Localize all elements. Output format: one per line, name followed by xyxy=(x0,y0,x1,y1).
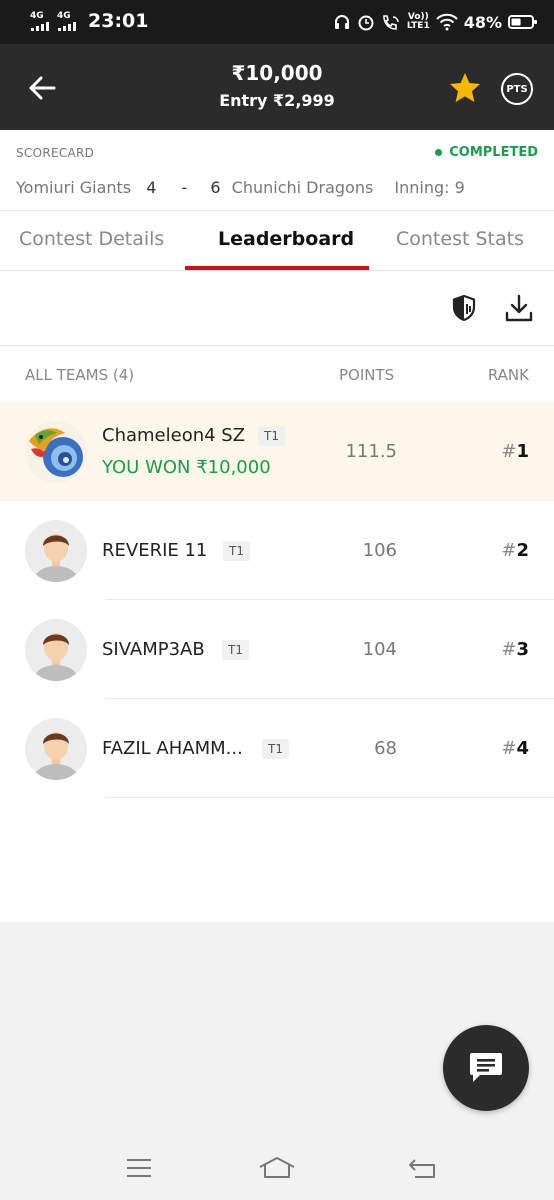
team-badge: T1 xyxy=(258,426,285,446)
team-name: REVERIE 11 xyxy=(102,540,208,561)
wifi-call-icon xyxy=(383,15,399,30)
download-icon xyxy=(505,294,533,322)
shield-icon xyxy=(452,294,476,322)
team2-name: Chunichi Dragons xyxy=(231,178,374,197)
leaderboard-list: Chameleon4 SZ T1 YOU WON ₹10,000 111.5 #… xyxy=(0,402,554,922)
inning: Inning: 9 xyxy=(394,178,465,197)
table-row[interactable]: REVERIE 11 T1 106 #2 xyxy=(0,501,554,600)
battery-icon xyxy=(508,15,537,29)
team1-name: Yomiuri Giants xyxy=(16,178,132,197)
back-icon xyxy=(409,1159,435,1178)
rank-hash: # xyxy=(501,540,517,561)
home-icon xyxy=(259,1157,295,1178)
status-text: COMPLETED xyxy=(449,145,538,160)
nav-back-button[interactable] xyxy=(402,1153,442,1183)
team-name: Chameleon4 SZ xyxy=(102,425,246,446)
winnings-text: YOU WON ₹10,000 xyxy=(102,457,271,478)
rank-number: 3 xyxy=(516,639,529,660)
tab-contest-stats[interactable]: Contest Stats xyxy=(396,228,524,250)
avatar xyxy=(25,619,87,681)
all-teams-label: ALL TEAMS (4) xyxy=(25,366,135,384)
rank-number: 4 xyxy=(516,738,529,759)
avatar xyxy=(25,421,87,483)
chat-icon xyxy=(470,1053,502,1082)
team-rank: #4 xyxy=(501,738,529,759)
system-nav-bar xyxy=(0,1135,554,1200)
chat-button[interactable] xyxy=(443,1025,529,1111)
team-name: SIVAMP3AB xyxy=(102,639,205,660)
rank-number: 1 xyxy=(516,441,529,462)
table-row[interactable]: Chameleon4 SZ T1 YOU WON ₹10,000 111.5 #… xyxy=(0,402,554,501)
active-tab-indicator xyxy=(185,266,369,270)
team-badge: T1 xyxy=(222,640,249,660)
alarm-icon xyxy=(358,15,374,31)
rank-hash: # xyxy=(501,639,517,660)
team-name: FAZIL AHAMM... xyxy=(102,738,243,759)
score-separator: - xyxy=(181,178,188,197)
volte-bottom: LTE1 xyxy=(406,21,430,31)
team-badge: T1 xyxy=(262,739,289,759)
tab-contest-details[interactable]: Contest Details xyxy=(19,228,164,250)
leaderboard-toolbar xyxy=(0,271,554,346)
favorite-button[interactable] xyxy=(447,70,483,106)
team-rank: #3 xyxy=(501,639,529,660)
points-system-button[interactable]: PTS xyxy=(501,73,533,105)
contest-tabs: Contest Details Leaderboard Contest Stat… xyxy=(0,210,554,271)
rank-hash: # xyxy=(501,738,517,759)
table-row[interactable]: FAZIL AHAMM... T1 68 #4 xyxy=(0,699,554,798)
list-header: ALL TEAMS (4) POINTS RANK xyxy=(0,346,554,402)
team-rank: #1 xyxy=(501,441,529,462)
team-badge: T1 xyxy=(223,541,250,561)
scorecard: SCORECARD COMPLETED Yomiuri Giants 4 - 6… xyxy=(0,130,554,210)
table-row[interactable]: SIVAMP3AB T1 104 #3 xyxy=(0,600,554,699)
score-line: Yomiuri Giants 4 - 6 Chunichi Dragons In… xyxy=(16,178,465,197)
compare-button[interactable] xyxy=(447,291,481,325)
row-divider xyxy=(105,797,554,798)
team-points: 68 xyxy=(374,738,397,759)
battery-percent: 48% xyxy=(463,12,502,32)
scorecard-label: SCORECARD xyxy=(16,146,95,160)
avatar xyxy=(25,718,87,780)
signal-icon xyxy=(58,22,76,31)
team2-score: 6 xyxy=(210,178,221,197)
signal-icon xyxy=(31,22,49,31)
rank-hash: # xyxy=(501,441,517,462)
star-icon xyxy=(450,73,480,102)
volte-indicator: Vo)) LTE1 xyxy=(407,13,430,31)
wifi-icon xyxy=(435,13,458,31)
team-points: 111.5 xyxy=(345,441,397,462)
contest-header: ₹10,000 Entry ₹2,999 PTS xyxy=(0,44,554,130)
team-points: 104 xyxy=(362,639,397,660)
match-status: COMPLETED xyxy=(435,145,538,160)
status-dot-icon xyxy=(435,149,443,156)
status-bar: 4G 4G 23:01 Vo)) LTE1 48% xyxy=(0,0,554,44)
points-header: POINTS xyxy=(339,366,395,384)
team-rank: #2 xyxy=(501,540,529,561)
rank-number: 2 xyxy=(516,540,529,561)
network-label-1: 4G xyxy=(30,11,44,21)
status-icons: Vo)) LTE1 48% xyxy=(333,8,538,36)
rank-header: RANK xyxy=(487,366,529,384)
clock: 23:01 xyxy=(88,10,149,32)
nav-home-button[interactable] xyxy=(257,1153,297,1183)
download-button[interactable] xyxy=(502,291,536,325)
team-points: 106 xyxy=(362,540,397,561)
headphones-icon xyxy=(334,15,349,29)
network-label-2: 4G xyxy=(57,11,71,21)
menu-icon xyxy=(127,1159,151,1177)
nav-menu-button[interactable] xyxy=(119,1153,159,1183)
avatar xyxy=(25,520,87,582)
tab-leaderboard[interactable]: Leaderboard xyxy=(218,228,354,250)
team1-score: 4 xyxy=(146,178,157,197)
